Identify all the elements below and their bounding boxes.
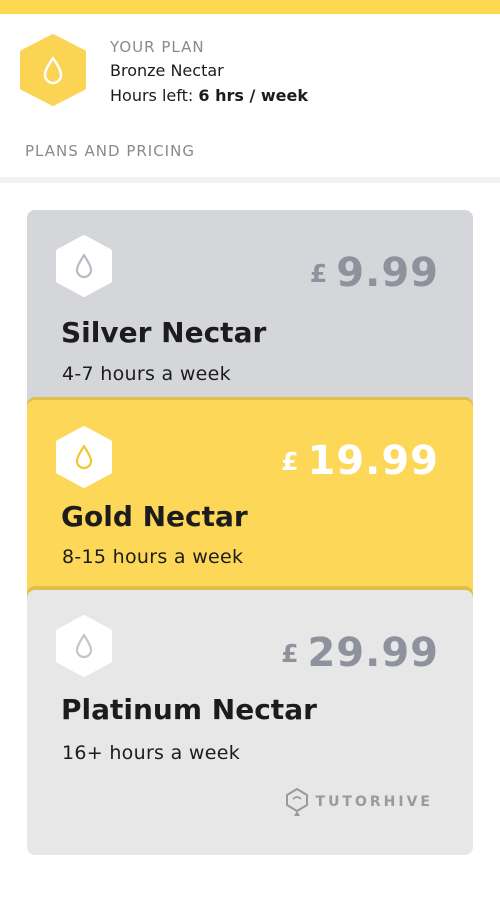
section-divider xyxy=(0,177,500,183)
tutorhive-brand: TUTORHIVE xyxy=(284,787,433,817)
tutorhive-logo-icon xyxy=(285,788,308,816)
plan-title: Gold Nectar xyxy=(61,500,248,533)
plan-card-silver[interactable]: £9.99 Silver Nectar 4-7 hours a week xyxy=(27,210,473,410)
plan-hours: 8-15 hours a week xyxy=(62,546,244,568)
plan-info: YOUR PLAN Bronze Nectar Hours left: 6 hr… xyxy=(110,36,308,108)
plan-price: £19.99 xyxy=(281,438,439,484)
plan-hours: 4-7 hours a week xyxy=(62,363,231,385)
plan-hours: 16+ hours a week xyxy=(62,742,240,764)
drop-icon xyxy=(20,34,86,106)
top-accent-bar xyxy=(0,0,500,14)
drop-icon xyxy=(56,426,112,488)
plan-card-gold[interactable]: £19.99 Gold Nectar 8-15 hours a week xyxy=(27,400,473,610)
drop-icon xyxy=(56,235,112,297)
currency-symbol: £ xyxy=(309,259,329,288)
plans-and-pricing-heading: PLANS AND PRICING xyxy=(25,142,195,160)
drop-icon xyxy=(56,615,112,677)
your-plan-header: YOUR PLAN Bronze Nectar Hours left: 6 hr… xyxy=(0,14,500,126)
hours-left-value: 6 hrs / week xyxy=(198,86,308,105)
price-value: 9.99 xyxy=(336,250,439,296)
plan-cards: £9.99 Silver Nectar 4-7 hours a week £19… xyxy=(27,210,473,855)
plan-price: £9.99 xyxy=(310,250,439,296)
plan-card-platinum[interactable]: £29.99 Platinum Nectar 16+ hours a week … xyxy=(27,590,473,855)
currency-symbol: £ xyxy=(281,447,300,476)
hours-left: Hours left: 6 hrs / week xyxy=(110,83,308,108)
brand-name: TUTORHIVE xyxy=(315,794,433,810)
plan-title: Silver Nectar xyxy=(61,316,267,349)
price-value: 19.99 xyxy=(307,438,439,484)
plan-eyebrow: YOUR PLAN xyxy=(110,38,205,56)
currency-symbol: £ xyxy=(281,639,300,668)
plan-title: Platinum Nectar xyxy=(61,693,317,726)
price-value: 29.99 xyxy=(307,630,439,676)
current-plan-name: Bronze Nectar xyxy=(110,61,224,80)
plan-price: £29.99 xyxy=(281,630,439,676)
hours-left-label: Hours left: xyxy=(110,86,194,105)
